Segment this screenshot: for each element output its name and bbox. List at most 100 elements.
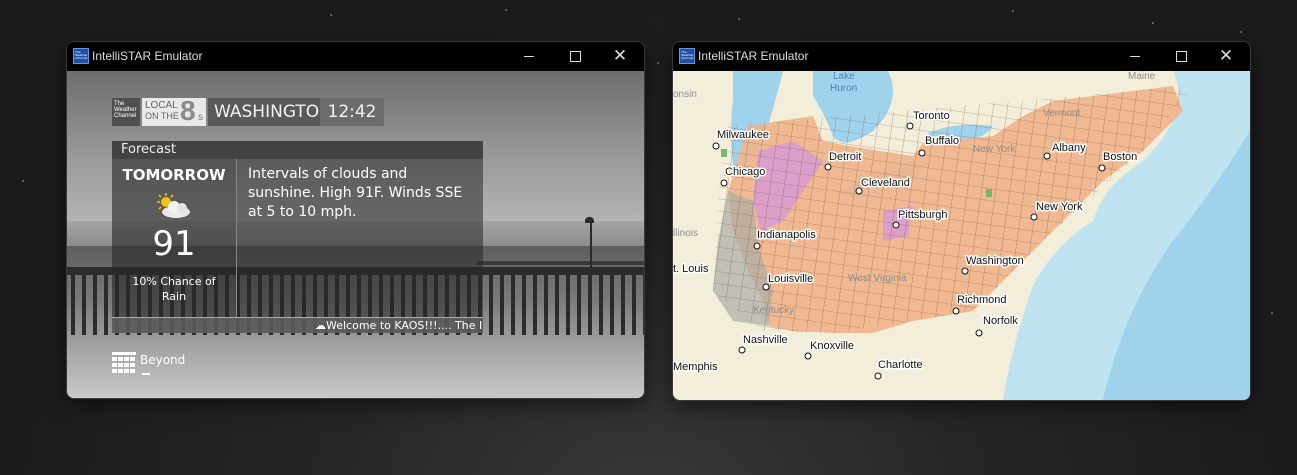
weather-display: The Weather Channel LOCAL ON THE 8 s WAS… (67, 71, 644, 398)
state-label: Kentucky (753, 305, 794, 316)
pier-piling (511, 275, 515, 335)
pier-piling (577, 275, 581, 335)
forecast-day: TOMORROW (122, 166, 226, 184)
forecast-panel: Forecast TOMORROW 91 10% Chance of Rain … (112, 141, 483, 333)
lake-label: Lake (833, 71, 855, 82)
lamp-post (590, 221, 592, 269)
city-label: Richmond (957, 294, 1007, 306)
pier-piling (93, 275, 97, 335)
state-label: West Virginia (848, 273, 907, 284)
pier-piling (544, 275, 548, 335)
logo-line1: LOCAL (145, 100, 178, 111)
minimize-button[interactable] (506, 45, 552, 67)
forecast-details: Intervals of clouds and sunshine. High 9… (237, 159, 483, 317)
weather-channel-logo: The Weather Channel (112, 98, 140, 126)
pier-piling (533, 275, 537, 335)
news-ticker: ☁Welcome to KAOS!!!.... The Intel (112, 317, 483, 333)
partly-sunny-icon (157, 193, 190, 218)
star (1240, 31, 1242, 33)
pier-piling (71, 275, 75, 335)
pier-piling (566, 275, 570, 335)
city-name: WASHINGTON (208, 98, 332, 126)
city-label: Boston (1103, 151, 1137, 163)
city-label: Norfolk (983, 315, 1018, 327)
marker (986, 189, 992, 197)
city-label: Charlotte (878, 359, 923, 371)
city-label: Knoxville (810, 340, 854, 352)
pier-piling (489, 275, 493, 335)
city-label: Buffalo (925, 135, 959, 147)
pier-piling (599, 275, 603, 335)
city-label: Indianapolis (757, 229, 816, 241)
pier-piling (632, 275, 636, 335)
close-button[interactable]: ✕ (597, 45, 643, 67)
city-label: Pittsburgh (898, 209, 948, 221)
star (1012, 10, 1014, 12)
state-label: llinois (673, 228, 698, 239)
desktop-background: The Weather Channel IntelliSTAR Emulator… (0, 0, 1297, 475)
logo-line2: ON THE (145, 111, 179, 121)
city-label: Washington (966, 255, 1024, 267)
city-label: Detroit (829, 151, 861, 163)
title-bar[interactable]: The Weather Channel IntelliSTAR Emulator… (673, 42, 1250, 71)
minimize-button[interactable] (1112, 45, 1158, 67)
state-label: New York (973, 144, 1016, 155)
intellistar-window-left: The Weather Channel IntelliSTAR Emulator… (66, 41, 645, 399)
star (738, 18, 740, 20)
city-label: Milwaukee (717, 129, 769, 141)
maximize-button[interactable] (552, 45, 598, 67)
star (1152, 22, 1154, 24)
city-label: Louisville (768, 273, 813, 285)
maximize-button[interactable] (1158, 45, 1204, 67)
city-label: New York (1036, 201, 1083, 213)
weather-channel-app-icon: The Weather Channel (679, 48, 695, 64)
star (657, 62, 659, 64)
forecast-temperature: 91 (152, 224, 196, 264)
title-bar[interactable]: The Weather Channel IntelliSTAR Emulator… (67, 42, 644, 71)
clock-time: 12:42 (320, 98, 384, 126)
pier-piling (522, 275, 526, 335)
close-button[interactable]: ✕ (1203, 45, 1249, 67)
city-label: Nashville (743, 334, 788, 346)
star (505, 9, 507, 11)
weather-channel-app-icon: The Weather Channel (73, 48, 89, 64)
intellistar-window-right: The Weather Channel IntelliSTAR Emulator… (672, 41, 1251, 401)
star (330, 14, 332, 16)
marker (721, 149, 727, 157)
star (1271, 312, 1273, 314)
local-on-the-8s-logo: LOCAL ON THE 8 s (142, 95, 206, 126)
city-label: Cleveland (861, 177, 910, 189)
window-title: IntelliSTAR Emulator (698, 49, 809, 63)
city-label: Albany (1052, 142, 1086, 154)
rain-chance: 10% Chance of Rain (132, 275, 216, 303)
progress-marker (142, 373, 150, 375)
pier-piling (643, 275, 644, 335)
weather-alert-map[interactable]: Lake Huron onsin Maine Vermont New York … (673, 71, 1250, 400)
city-label: t. Louis (673, 263, 709, 275)
logo-s: s (198, 112, 203, 123)
pier-railing (477, 261, 644, 265)
pier-piling (621, 275, 625, 335)
state-label: Maine (1128, 71, 1156, 82)
city-label: Memphis (673, 361, 718, 373)
forecast-description: Intervals of clouds and sunshine. High 9… (248, 166, 463, 220)
state-label: onsin (673, 89, 697, 100)
pier-piling (610, 275, 614, 335)
pier-piling (555, 275, 559, 335)
beyond-label: Beyond (140, 353, 186, 367)
star (22, 180, 24, 182)
city-label: Chicago (725, 166, 765, 178)
lake-label: Huron (830, 83, 857, 94)
logo-eight: 8 (180, 95, 196, 126)
pier-piling (500, 275, 504, 335)
window-title: IntelliSTAR Emulator (92, 49, 203, 63)
state-label: Vermont (1043, 108, 1080, 119)
pier-piling (82, 275, 86, 335)
pier-piling (588, 275, 592, 335)
forecast-header: Forecast (112, 141, 483, 159)
city-label: Toronto (913, 110, 950, 122)
ticker-text: ☁Welcome to KAOS!!!.... The Intel (315, 319, 483, 332)
pier-piling (104, 275, 108, 335)
calendar-grid-icon (112, 352, 136, 374)
forecast-summary: TOMORROW 91 10% Chance of Rain (112, 159, 236, 317)
